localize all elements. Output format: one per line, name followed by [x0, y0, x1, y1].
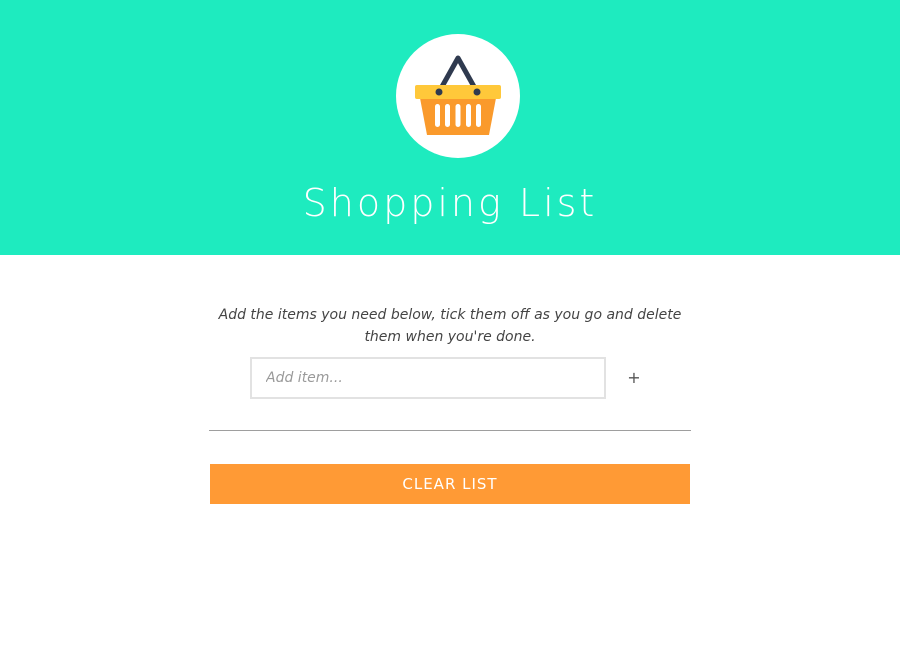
shopping-basket-icon	[415, 55, 501, 135]
list-divider	[209, 430, 691, 431]
logo-circle	[396, 34, 520, 158]
clear-list-button[interactable]: CLEAR LIST	[210, 464, 690, 504]
page-title: Shopping List	[302, 181, 598, 225]
add-item-button[interactable]: +	[620, 364, 648, 392]
add-item-input[interactable]	[250, 357, 606, 399]
header-banner: Shopping List	[0, 0, 900, 255]
instructions-text: Add the items you need below, tick them …	[218, 307, 682, 345]
